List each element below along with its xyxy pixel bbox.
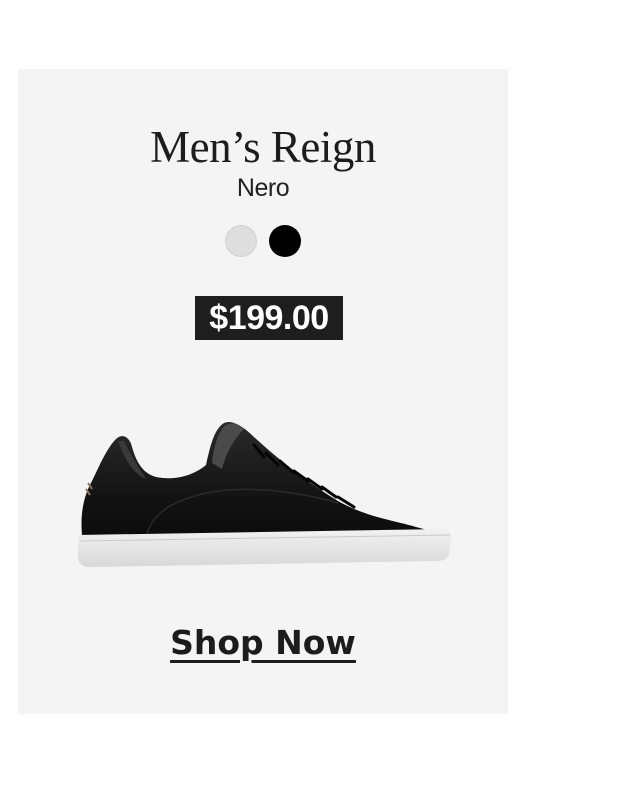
product-title: Men’s Reign (150, 122, 376, 172)
color-swatches (18, 225, 508, 259)
product-card[interactable]: Men’s Reign Nero $199.00 Shop Now (18, 69, 508, 714)
shop-now-link[interactable]: Shop Now (18, 621, 508, 665)
swatch-black[interactable] (269, 225, 301, 257)
shoe-image[interactable] (76, 417, 456, 577)
swatch-white[interactable] (225, 225, 257, 257)
product-color-name: Nero (236, 174, 290, 202)
price-badge: $199.00 (195, 296, 343, 340)
